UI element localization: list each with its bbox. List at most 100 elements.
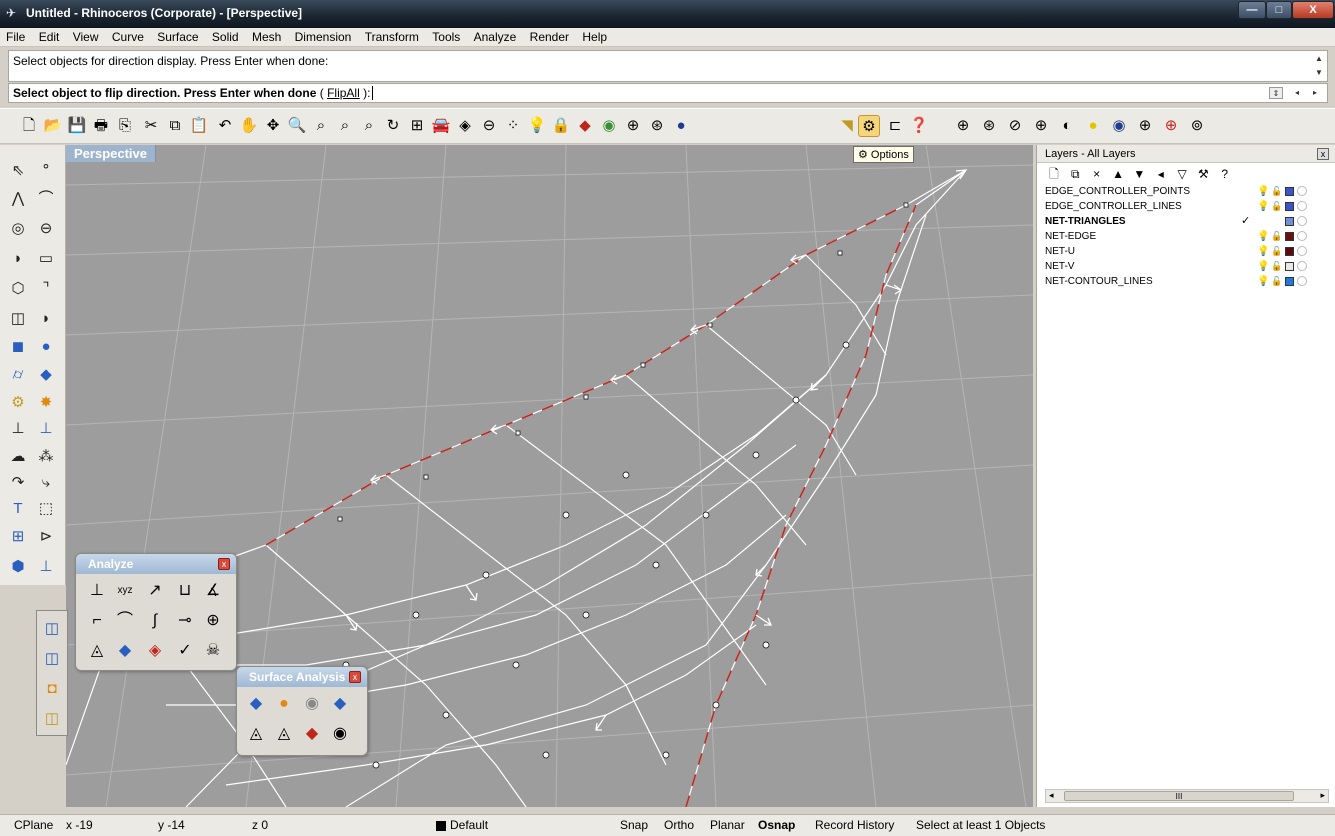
analyze-close-button[interactable]: x (218, 558, 230, 570)
scroll-up-icon[interactable]: ▲ (1313, 53, 1325, 65)
flat-shade-icon[interactable]: ⊕ (1030, 115, 1052, 137)
new-icon[interactable]: 🗋 (18, 115, 40, 137)
draft-analysis-icon[interactable]: ● (271, 691, 297, 717)
material-icon[interactable] (1297, 216, 1307, 226)
menu-surface[interactable]: Surface (151, 28, 202, 44)
rendered-view-icon[interactable]: ● (1082, 115, 1104, 137)
osnap-toggle[interactable]: Osnap (758, 818, 795, 832)
layer-row-net-v[interactable]: NET-V 💡 🔓 (1045, 260, 1327, 273)
layer-row-net-triangles[interactable]: NET-TRIANGLES ✓ (1045, 215, 1327, 228)
layer-color-swatch[interactable] (1285, 202, 1294, 211)
menu-tools[interactable]: Tools (426, 28, 464, 44)
radius-icon[interactable]: ⌐ (84, 608, 110, 634)
layer-row-net-edge[interactable]: NET-EDGE 💡 🔓 (1045, 230, 1327, 243)
unlock-icon[interactable]: 🔓 (1271, 185, 1282, 198)
cylinder-icon[interactable]: ⌭ (6, 363, 30, 387)
lightbulb-icon[interactable]: 💡 (1257, 245, 1269, 258)
layer-row-edge-controller-points[interactable]: EDGE_CONTROLLER_POINTS 💡 🔓 (1045, 185, 1327, 198)
move-icon[interactable]: ⬚ (34, 497, 58, 521)
cut-icon[interactable]: ✂ (140, 115, 162, 137)
maximize-button[interactable]: □ (1266, 1, 1292, 19)
close-button[interactable]: X (1292, 1, 1334, 19)
sphere-wire-icon[interactable]: ⊕ (622, 115, 644, 137)
print-icon[interactable]: 🖶 (90, 115, 112, 137)
check-icon[interactable]: ✓ (172, 638, 198, 664)
surface-analysis-panel[interactable]: Surface Analysis x ◆ ● ◉ ◆ ◬ ◬ ◆ ◉ (236, 666, 368, 756)
menu-help[interactable]: Help (576, 28, 611, 44)
material-icon[interactable] (1297, 186, 1307, 196)
current-layer[interactable]: Default (450, 818, 488, 832)
boolean-icon[interactable]: ☁ (6, 445, 30, 469)
ghosted-view-icon[interactable]: ⊛ (978, 115, 1000, 137)
layer-color-swatch[interactable] (436, 821, 446, 831)
rectangle-icon[interactable]: ▭ (34, 247, 58, 271)
environment-icon[interactable]: ⊚ (1186, 115, 1208, 137)
length-icon[interactable]: ↗ (142, 578, 168, 604)
zoom-extents-icon[interactable]: ⌕ (334, 115, 356, 137)
paste-icon[interactable]: 📋 (188, 115, 210, 137)
move-down-icon[interactable]: ▼ (1130, 167, 1148, 181)
target-icon[interactable]: ⊕ (1160, 115, 1182, 137)
distance-icon[interactable]: ⊥ (84, 578, 110, 604)
circle-icon[interactable]: ◎ (6, 217, 30, 241)
texture-icon[interactable]: ◈ (454, 115, 476, 137)
measure-icon[interactable]: ⊔ (172, 578, 198, 604)
lightbulb-icon[interactable]: 💡 (1257, 260, 1269, 273)
shaded-view-icon[interactable]: ◐ (1056, 115, 1078, 137)
sphere-icon[interactable]: ● (34, 335, 58, 359)
curve-graph-icon[interactable]: ∫ (142, 608, 168, 634)
material-icon[interactable] (1297, 276, 1307, 286)
new-layer-icon[interactable]: 🗋 (1045, 165, 1063, 186)
layer-row-net-u[interactable]: NET-U 💡 🔓 (1045, 245, 1327, 258)
surface-analysis-title[interactable]: Surface Analysis (237, 667, 367, 687)
analyze-icon[interactable]: ⊥ (34, 555, 58, 579)
color-wheel-icon[interactable]: ◉ (598, 115, 620, 137)
flipall-option[interactable]: FlipAll (327, 86, 360, 100)
material-icon[interactable] (1297, 201, 1307, 211)
angle-icon[interactable]: ∡ (200, 578, 226, 604)
surface-corner-icon[interactable]: ◫ (6, 307, 30, 331)
menu-view[interactable]: View (67, 28, 103, 44)
snap-toggle[interactable]: Snap (620, 818, 648, 832)
layer-row-net-contour-lines[interactable]: NET-CONTOUR_LINES 💡 🔓 (1045, 275, 1327, 288)
plane-icon[interactable]: ⊕ (1134, 115, 1156, 137)
circle-arrow-icon[interactable]: ⊖ (478, 115, 500, 137)
viewport-title-tab[interactable]: Perspective (66, 145, 156, 162)
layer-color-swatch[interactable] (1285, 262, 1294, 271)
menu-transform[interactable]: Transform (359, 28, 423, 44)
copy-icon[interactable]: ⧉ (164, 115, 186, 137)
undo-icon[interactable]: ↶ (214, 115, 236, 137)
layers-horizontal-scrollbar[interactable]: ◂ III ▸ (1045, 789, 1329, 803)
layer-color-swatch[interactable] (1285, 187, 1294, 196)
open-icon[interactable]: 📂 (42, 115, 64, 137)
text-icon[interactable]: T (6, 497, 30, 521)
ellipse-icon[interactable]: ⊖ (34, 217, 58, 241)
analyze-toolbar-panel[interactable]: Analyze x ⊥ xyz ↗ ⊔ ∡ ⌐ ⌒ ∫ ⊸ ⊕ ◬ ◆ ◈ ✓ … (75, 553, 237, 671)
normals-icon[interactable]: ◉ (327, 721, 353, 747)
arc-icon[interactable]: ◗ (6, 247, 30, 271)
menu-curve[interactable]: Curve (106, 28, 148, 44)
menu-mesh[interactable]: Mesh (246, 28, 285, 44)
sphere-shade-icon[interactable]: ⊛ (646, 115, 668, 137)
layer-icon[interactable]: ◆ (574, 115, 596, 137)
zebra-analysis-icon[interactable]: ◆ (327, 691, 353, 717)
scroll-down-icon[interactable]: ▼ (1313, 67, 1325, 79)
polygon-icon[interactable]: ⬡ (6, 277, 30, 301)
split-icon[interactable]: ⊥ (34, 417, 58, 441)
layer-color-swatch[interactable] (1285, 232, 1294, 241)
area-icon[interactable]: ◬ (84, 638, 110, 664)
planar-toggle[interactable]: Planar (710, 818, 745, 832)
options-icon[interactable]: ⚙ (858, 115, 880, 137)
arrow-left-icon[interactable]: ◂ (1291, 87, 1303, 99)
pan-icon[interactable]: ✋ (238, 115, 260, 137)
explode-icon[interactable]: ✸ (34, 391, 58, 415)
surface-icon[interactable]: ◆ (34, 363, 58, 387)
group-icon[interactable]: ⁂ (34, 445, 58, 469)
rebuild-icon[interactable]: ⤷ (34, 471, 58, 495)
scroll-left-icon[interactable]: ◂ (1049, 790, 1054, 801)
environment-map-icon[interactable]: ◉ (299, 691, 325, 717)
arrow-right-icon[interactable]: ▸ (1309, 87, 1321, 99)
lightbulb-icon[interactable]: 💡 (526, 115, 548, 137)
light-icon[interactable]: ◥ (836, 115, 858, 137)
edge-analysis-icon[interactable]: ◬ (243, 721, 269, 747)
